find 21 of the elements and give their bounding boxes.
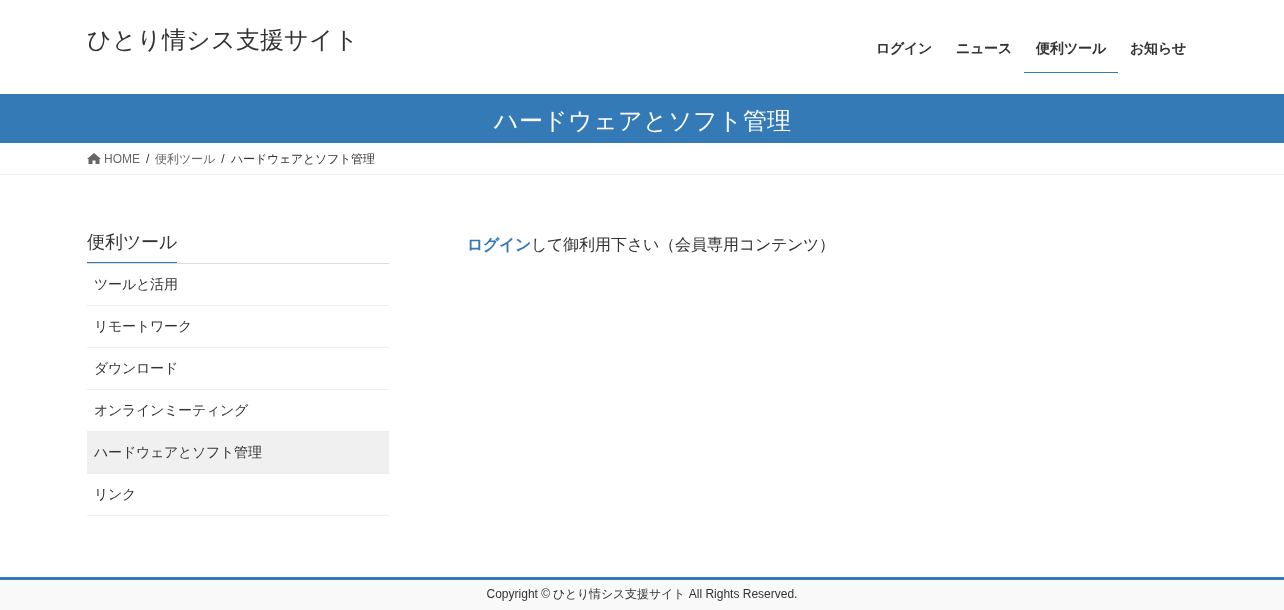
nav-link[interactable]: ログイン [864,24,944,73]
nav-link[interactable]: ニュース [944,24,1024,73]
sidebar-link[interactable]: ダウンロード [87,348,389,390]
sidebar-link[interactable]: リンク [87,474,389,516]
breadcrumb-home-link[interactable]: HOME [87,149,140,168]
sidebar-heading: 便利ツール [87,229,177,263]
sidebar-link[interactable]: リモートワーク [87,306,389,348]
page-title: ハードウェアとソフト管理 [493,105,791,136]
breadcrumb-current: ハードウェアとソフト管理 [230,150,375,168]
nav-link[interactable]: お知らせ [1118,24,1198,73]
site-title[interactable]: ひとり情シス支援サイト [87,22,359,58]
home-icon [87,153,101,164]
breadcrumb-separator: / [146,150,150,168]
login-message: ログイン して御利用下さい（会員専用コンテンツ） [467,235,835,255]
sidebar-link[interactable]: ツールと活用 [87,264,389,306]
sidebar-link[interactable]: ハードウェアとソフト管理 [87,432,389,474]
breadcrumb-link[interactable]: 便利ツール [155,149,216,168]
login-link[interactable]: ログイン [467,236,531,253]
nav-link[interactable]: 便利ツール [1024,24,1118,73]
breadcrumb-separator: / [221,150,225,168]
copyright-text: Copyright © ひとり情シス支援サイト All Rights Reserved. [486,586,798,603]
